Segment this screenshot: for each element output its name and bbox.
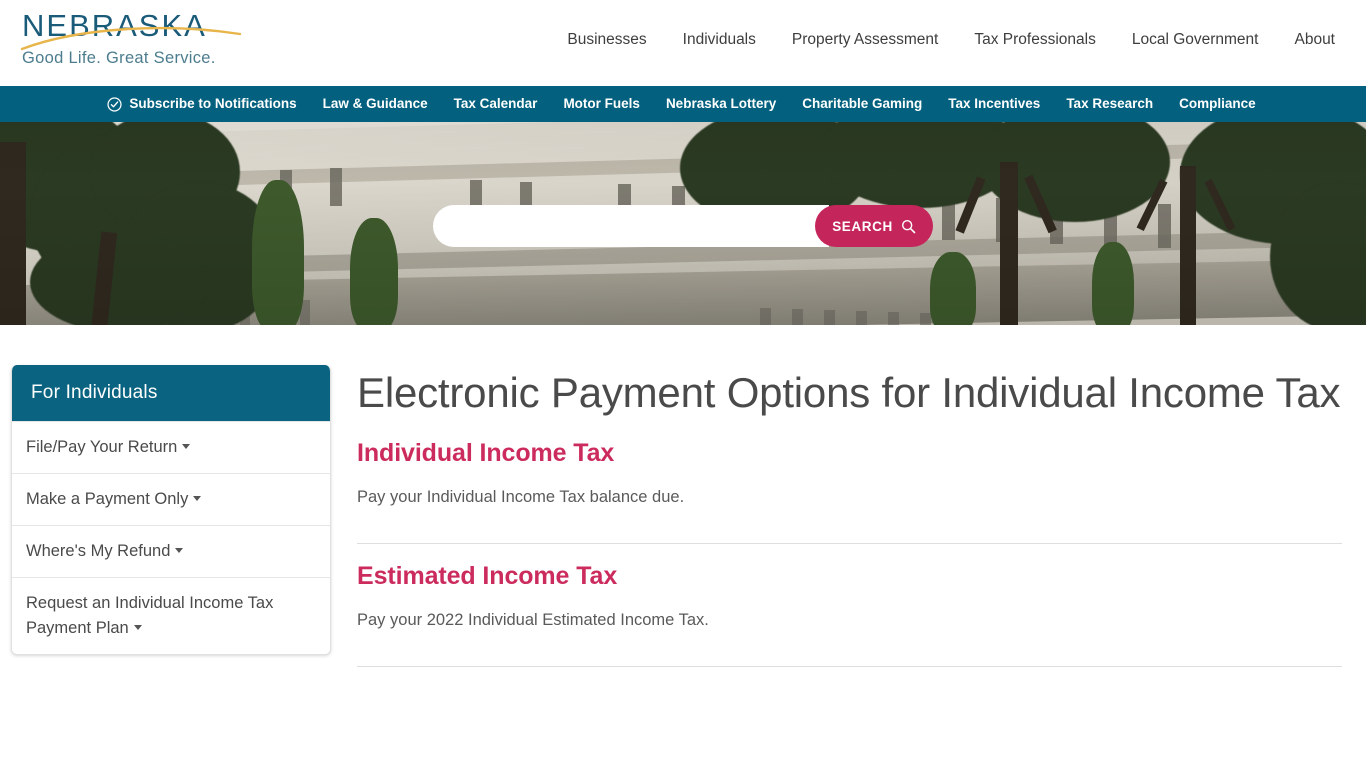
- sidebar: For Individuals File/Pay Your Return Mak…: [11, 365, 331, 655]
- chevron-down-icon: [193, 496, 202, 501]
- description-estimated-income-tax: Pay your 2022 Individual Estimated Incom…: [357, 611, 709, 629]
- nav-item-subscribe-to-notifications[interactable]: Subscribe to Notifications: [97, 86, 309, 122]
- nav-item-label: Subscribe to Notifications: [129, 96, 297, 111]
- nav-item-tax-professionals[interactable]: Tax Professionals: [956, 27, 1113, 53]
- link-estimated-income-tax[interactable]: Estimated Income Tax: [357, 562, 617, 591]
- nav-item-individuals[interactable]: Individuals: [665, 27, 774, 53]
- chevron-down-icon: [133, 625, 142, 630]
- payment-option-estimated-income-tax: Estimated Income Tax Pay your 2022 Indiv…: [357, 544, 1342, 667]
- secondary-nav: Subscribe to Notifications Law & Guidanc…: [0, 86, 1366, 122]
- description-individual-income-tax: Pay your Individual Income Tax balance d…: [357, 488, 685, 506]
- check-circle-icon: [107, 96, 122, 112]
- site-search: SEARCH: [433, 205, 933, 247]
- magnifier-icon: [901, 219, 916, 233]
- sidebar-item-label: File/Pay Your Return: [26, 438, 178, 456]
- hero-banner: SEARCH: [0, 122, 1366, 325]
- logo-tagline: Good Life. Great Service.: [22, 49, 216, 67]
- sidebar-item-wheres-my-refund[interactable]: Where's My Refund: [12, 525, 330, 577]
- nav-item-local-government[interactable]: Local Government: [1114, 27, 1277, 53]
- nav-item-businesses[interactable]: Businesses: [549, 27, 664, 53]
- logo-wordmark: NEBRASKA: [22, 8, 207, 43]
- site-logo[interactable]: NEBRASKA Good Life. Great Service.: [20, 8, 282, 71]
- site-header: NEBRASKA Good Life. Great Service. Busin…: [0, 0, 1366, 86]
- sidebar-item-label: Request an Individual Income Tax Payment…: [26, 594, 274, 637]
- sidebar-title: For Individuals: [12, 365, 330, 421]
- main-content: Electronic Payment Options for Individua…: [331, 365, 1366, 667]
- payment-option-individual-income-tax: Individual Income Tax Pay your Individua…: [357, 421, 1342, 544]
- sidebar-item-file-pay-your-return[interactable]: File/Pay Your Return: [12, 421, 330, 473]
- nav-item-about[interactable]: About: [1276, 27, 1356, 53]
- sidebar-item-request-payment-plan[interactable]: Request an Individual Income Tax Payment…: [12, 577, 330, 654]
- nav-item-charitable-gaming[interactable]: Charitable Gaming: [789, 86, 935, 122]
- nav-item-tax-calendar[interactable]: Tax Calendar: [441, 86, 551, 122]
- nav-item-compliance[interactable]: Compliance: [1166, 86, 1269, 122]
- page-body: For Individuals File/Pay Your Return Mak…: [0, 325, 1366, 667]
- page-title: Electronic Payment Options for Individua…: [357, 369, 1341, 416]
- primary-nav: Businesses Individuals Property Assessme…: [549, 27, 1356, 53]
- search-button-label: SEARCH: [832, 218, 893, 234]
- nav-item-tax-research[interactable]: Tax Research: [1053, 86, 1166, 122]
- sidebar-item-label: Where's My Refund: [26, 542, 171, 560]
- chevron-down-icon: [175, 548, 184, 553]
- nav-item-law-and-guidance[interactable]: Law & Guidance: [310, 86, 441, 122]
- sidebar-item-make-a-payment-only[interactable]: Make a Payment Only: [12, 473, 330, 525]
- section-divider: [357, 666, 1342, 667]
- nav-item-tax-incentives[interactable]: Tax Incentives: [935, 86, 1053, 122]
- search-button[interactable]: SEARCH: [815, 205, 933, 247]
- search-input[interactable]: [433, 205, 829, 247]
- sidebar-item-label: Make a Payment Only: [26, 490, 189, 508]
- link-individual-income-tax[interactable]: Individual Income Tax: [357, 439, 614, 468]
- chevron-down-icon: [182, 444, 191, 449]
- nav-item-motor-fuels[interactable]: Motor Fuels: [550, 86, 653, 122]
- nav-item-nebraska-lottery[interactable]: Nebraska Lottery: [653, 86, 789, 122]
- nav-item-property-assessment[interactable]: Property Assessment: [774, 27, 956, 53]
